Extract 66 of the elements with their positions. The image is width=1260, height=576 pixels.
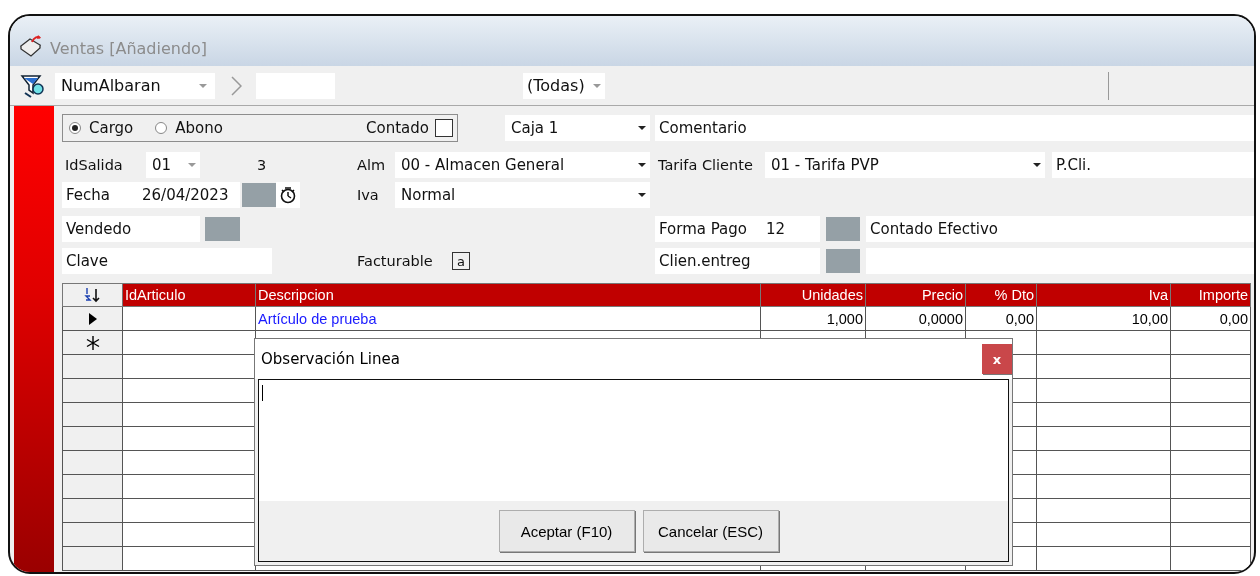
field-label: Vendedo bbox=[62, 216, 140, 242]
client-price-field[interactable]: P.Cli. bbox=[1052, 152, 1254, 178]
dialog-title: Observación Linea bbox=[261, 350, 400, 368]
caret-icon bbox=[188, 163, 196, 167]
sort-icon[interactable] bbox=[83, 287, 102, 303]
tax-dropdown[interactable]: Normal bbox=[395, 182, 650, 208]
invoiceable-code-field[interactable]: a bbox=[452, 252, 470, 270]
caret-icon bbox=[199, 83, 207, 88]
current-row-icon bbox=[88, 312, 97, 325]
dialog-button[interactable]: Aceptar (F10) bbox=[498, 510, 635, 552]
checkbox-label: Contado bbox=[366, 119, 429, 137]
column-header[interactable]: Descripcion bbox=[255, 283, 761, 307]
field-label: Alm bbox=[357, 157, 387, 173]
exit-id-dropdown[interactable]: 01 bbox=[146, 152, 200, 178]
field-label: Iva bbox=[357, 187, 380, 203]
number-label: 3 bbox=[257, 157, 268, 173]
caret-icon bbox=[1033, 163, 1041, 167]
column-header[interactable]: Iva bbox=[1036, 283, 1171, 307]
field-label: IdSalida bbox=[65, 157, 124, 173]
field-label: Clave bbox=[62, 248, 140, 274]
close-button[interactable]: x bbox=[982, 344, 1012, 374]
column-header[interactable]: Precio bbox=[865, 283, 966, 307]
new-row-icon bbox=[85, 335, 100, 350]
caret-icon bbox=[638, 193, 646, 197]
browse-button[interactable] bbox=[826, 249, 860, 273]
warehouse-dropdown[interactable]: 00 - Almacen General bbox=[395, 152, 650, 178]
browse-button[interactable] bbox=[826, 217, 860, 241]
chevron-right-icon[interactable] bbox=[230, 75, 242, 96]
field-label: Tarifa Cliente bbox=[658, 157, 754, 173]
field-label: Fecha bbox=[62, 182, 138, 208]
radio-label: Cargo bbox=[89, 119, 134, 137]
table-cell: 1,000 bbox=[760, 306, 866, 331]
cash-register-dropdown[interactable]: Caja 1 bbox=[505, 115, 650, 141]
comment-field[interactable]: Comentario bbox=[655, 115, 1254, 141]
table-cell: 0,0000 bbox=[865, 306, 966, 331]
clock-icon[interactable] bbox=[279, 186, 297, 204]
payment-code-field[interactable]: 12 bbox=[762, 216, 820, 242]
text-area[interactable] bbox=[258, 379, 1009, 501]
column-header[interactable]: Importe bbox=[1170, 283, 1251, 307]
checkbox-label: Facturable bbox=[357, 253, 434, 269]
column-header[interactable]: Unidades bbox=[760, 283, 866, 307]
browse-button[interactable] bbox=[205, 217, 240, 241]
app-icon bbox=[18, 34, 44, 58]
radio-label: Abono bbox=[175, 119, 223, 137]
radio-button[interactable] bbox=[155, 122, 168, 134]
caret-icon bbox=[638, 126, 646, 130]
window-title: Ventas [Añadiendo] bbox=[50, 39, 208, 58]
delivery-client-name-field[interactable] bbox=[866, 248, 1254, 274]
radio-button[interactable] bbox=[69, 122, 81, 134]
caret-icon bbox=[593, 83, 601, 88]
table-cell: Artículo de prueba bbox=[255, 306, 761, 331]
filter-dropdown[interactable]: (Todas) bbox=[523, 72, 605, 99]
table-cell: 10,00 bbox=[1036, 306, 1171, 331]
field-label: Forma Pago bbox=[655, 216, 762, 242]
payment-description-field[interactable]: Contado Efectivo bbox=[866, 216, 1254, 242]
caret-icon bbox=[638, 163, 646, 167]
sort-header[interactable] bbox=[62, 283, 123, 307]
dialog-button[interactable]: Cancelar (ESC) bbox=[642, 510, 779, 552]
column-header[interactable]: IdArticulo bbox=[122, 283, 256, 307]
column-header[interactable]: % Dto bbox=[965, 283, 1037, 307]
rate-dropdown[interactable]: 01 - Tarifa PVP bbox=[765, 152, 1045, 178]
field-label: Clien.entreg bbox=[655, 248, 762, 274]
date-field[interactable]: 26/04/2023 bbox=[138, 182, 240, 208]
search-field-dropdown[interactable]: NumAlbaran bbox=[55, 72, 215, 99]
filter-search-icon[interactable] bbox=[20, 72, 46, 99]
checkbox[interactable] bbox=[435, 119, 453, 137]
